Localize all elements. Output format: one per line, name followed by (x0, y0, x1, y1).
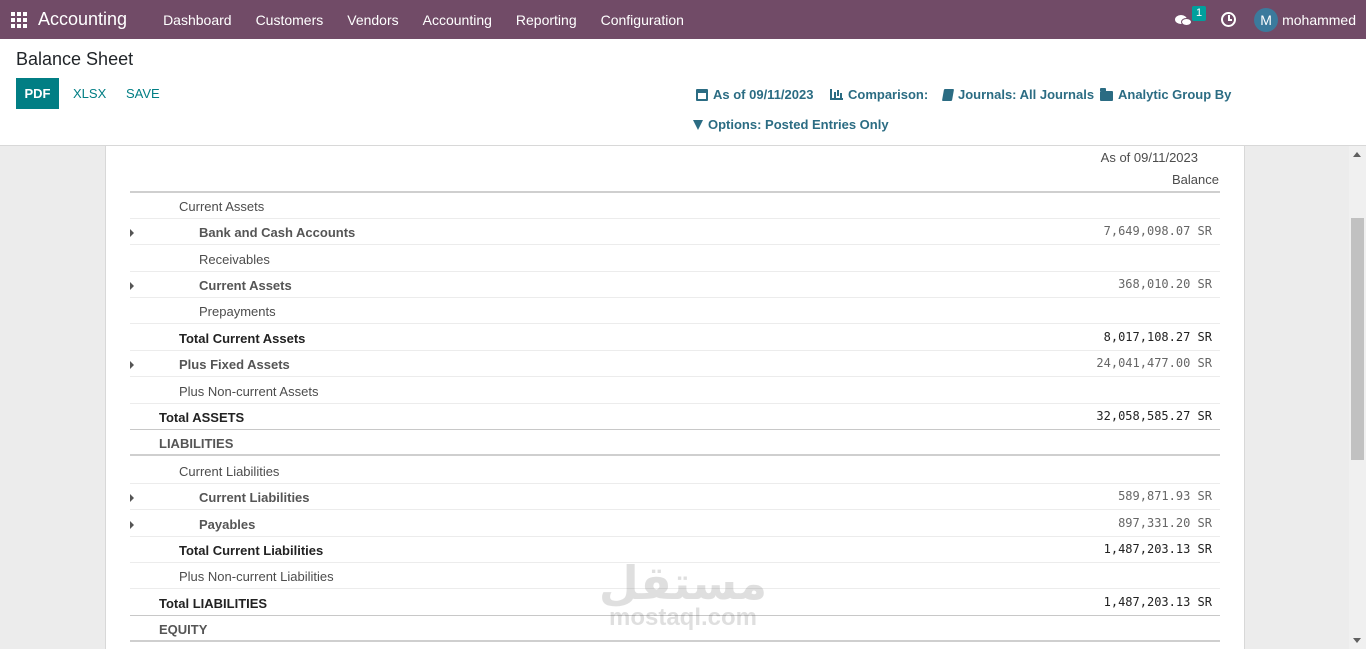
report-row: Plus Non-current Liabilities (130, 563, 1220, 589)
report-row[interactable]: Plus Fixed Assets 24,041,477.00 SR (130, 351, 1220, 377)
row-amount: 24,041,477.00 SR (1096, 356, 1212, 370)
journals-filter-label: Journals: All Journals (958, 87, 1095, 102)
row-label: Plus Fixed Assets (179, 357, 290, 372)
navbar-right: 1 M mohammed (1175, 0, 1356, 39)
scroll-thumb[interactable] (1351, 218, 1364, 460)
report-row[interactable]: Current Assets 368,010.20 SR (130, 272, 1220, 298)
report-row: LIABILITIES (130, 430, 1220, 456)
bar-chart-icon (830, 89, 843, 100)
row-label: Total Current Assets (179, 331, 306, 346)
row-amount: 897,331.20 SR (1118, 516, 1212, 530)
row-label: Current Assets (179, 199, 265, 214)
report-row: Total LIABILITIES 1,487,203.13 SR (130, 590, 1220, 616)
row-label: Current Assets (199, 278, 292, 293)
report-row: Current Liabilities (130, 458, 1220, 484)
scroll-up-arrow-icon[interactable] (1353, 152, 1361, 157)
chat-count-badge: 1 (1192, 5, 1207, 21)
xlsx-button[interactable]: XLSX (73, 78, 106, 109)
clock-icon[interactable] (1221, 12, 1237, 27)
row-amount: 1,487,203.13 SR (1103, 542, 1212, 556)
caret-right-icon[interactable] (130, 229, 134, 237)
row-label: Plus Non-current Liabilities (179, 569, 334, 584)
column-balance-header: Balance (1172, 172, 1219, 187)
report-row: Receivables (130, 246, 1220, 272)
control-panel: Balance Sheet PDF XLSX SAVE As of 09/11/… (0, 39, 1366, 146)
vertical-scrollbar[interactable] (1349, 146, 1366, 649)
save-button[interactable]: SAVE (126, 78, 160, 109)
app-brand[interactable]: Accounting (38, 9, 127, 30)
row-label: EQUITY (159, 622, 208, 637)
menu-customers[interactable]: Customers (244, 12, 336, 28)
book-icon (941, 88, 955, 101)
analytic-filter[interactable]: Analytic Group By (1100, 87, 1231, 102)
scroll-down-arrow-icon[interactable] (1353, 638, 1361, 643)
avatar[interactable]: M (1254, 7, 1279, 32)
report-row: Plus Non-current Assets (130, 378, 1220, 404)
report-row: Total Current Assets 8,017,108.27 SR (130, 325, 1220, 351)
page-title: Balance Sheet (16, 49, 134, 69)
report-row[interactable]: Current Liabilities 589,871.93 SR (130, 484, 1220, 510)
date-filter[interactable]: As of 09/11/2023 (696, 87, 813, 102)
row-amount: 7,649,098.07 SR (1103, 224, 1212, 238)
row-label: Bank and Cash Accounts (199, 225, 356, 240)
row-amount: 32,058,585.27 SR (1096, 409, 1212, 423)
report-row[interactable]: Bank and Cash Accounts 7,649,098.07 SR (130, 219, 1220, 245)
menu-vendors[interactable]: Vendors (335, 12, 410, 28)
filter-funnel-icon (693, 119, 703, 130)
menu-dashboard[interactable]: Dashboard (151, 12, 244, 28)
date-filter-label: As of 09/11/2023 (713, 87, 814, 102)
analytic-filter-label: Analytic Group By (1118, 87, 1232, 102)
row-label: Plus Non-current Assets (179, 384, 319, 399)
pdf-button[interactable]: PDF (16, 78, 59, 109)
menu-reporting[interactable]: Reporting (504, 12, 589, 28)
column-date-header: As of 09/11/2023 (1100, 150, 1198, 165)
row-label: LIABILITIES (159, 436, 234, 451)
report-row: Current Assets (130, 193, 1220, 219)
menu-configuration[interactable]: Configuration (589, 12, 696, 28)
apps-grid-icon[interactable] (11, 11, 27, 28)
row-label: Prepayments (199, 304, 276, 319)
comparison-filter[interactable]: Comparison: (830, 87, 928, 102)
report-row[interactable]: Payables 897,331.20 SR (130, 511, 1220, 537)
row-label: Total ASSETS (159, 410, 245, 425)
report-row: Prepayments (130, 298, 1220, 324)
row-label: Current Liabilities (179, 464, 280, 479)
report-row: EQUITY (130, 616, 1220, 642)
caret-right-icon[interactable] (130, 361, 134, 369)
menu-accounting[interactable]: Accounting (411, 12, 504, 28)
chat-icon[interactable]: 1 (1175, 5, 1207, 28)
caret-right-icon[interactable] (130, 494, 134, 502)
row-amount: 8,017,108.27 SR (1103, 330, 1212, 344)
row-label: Receivables (199, 252, 270, 267)
row-amount: 589,871.93 SR (1118, 489, 1212, 503)
report-sheet: As of 09/11/2023 Balance Current Assets … (105, 146, 1245, 649)
report-row: Total Current Liabilities 1,487,203.13 S… (130, 537, 1220, 563)
row-amount: 1,487,203.13 SR (1103, 595, 1212, 609)
row-label: Payables (199, 517, 256, 532)
top-navbar: Accounting Dashboard Customers Vendors A… (0, 0, 1366, 39)
row-amount: 368,010.20 SR (1118, 277, 1212, 291)
options-filter[interactable]: Options: Posted Entries Only (693, 117, 889, 132)
journals-filter[interactable]: Journals: All Journals (941, 87, 1095, 102)
row-label: Total LIABILITIES (159, 596, 268, 611)
caret-right-icon[interactable] (130, 521, 134, 529)
username[interactable]: mohammed (1282, 12, 1356, 28)
report-row: Total ASSETS 32,058,585.27 SR (130, 404, 1220, 430)
row-label: Current Liabilities (199, 490, 310, 505)
caret-right-icon[interactable] (130, 282, 134, 290)
comparison-filter-label: Comparison: (848, 87, 929, 102)
options-filter-label: Options: Posted Entries Only (708, 117, 889, 132)
row-label: Total Current Liabilities (179, 543, 324, 558)
calendar-icon (696, 88, 708, 101)
folder-open-icon (1100, 87, 1113, 101)
